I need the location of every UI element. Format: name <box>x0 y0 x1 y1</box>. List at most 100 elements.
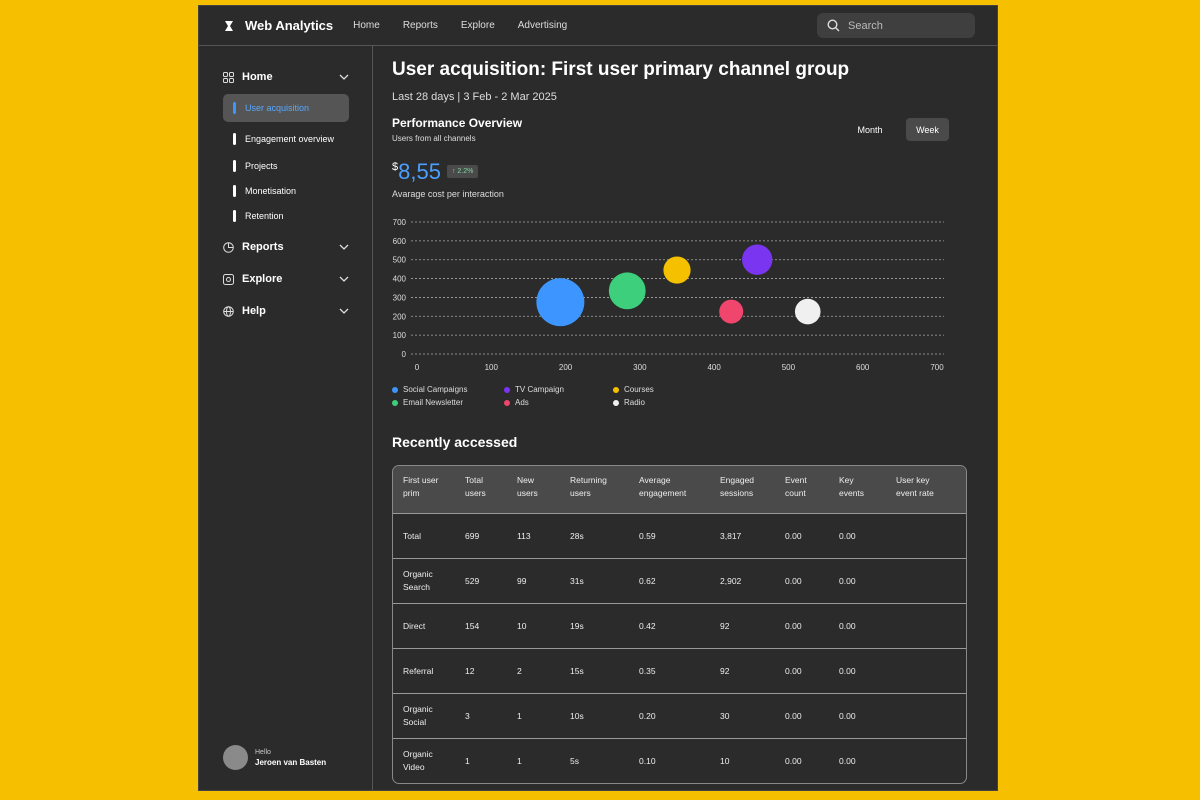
legend-label: Email Newsletter <box>403 398 464 407</box>
column-header[interactable]: New users <box>517 474 538 500</box>
sidebar-item-projects[interactable]: Projects <box>223 152 349 180</box>
legend-swatch <box>504 399 510 406</box>
column-header[interactable]: Event count <box>785 474 807 500</box>
table-cell: 10 <box>720 756 730 766</box>
table-row[interactable]: Organic Search 529 99 31s 0.62 2,902 0.00 0.00 <box>393 559 966 604</box>
table-cell: 92 <box>720 666 730 676</box>
user-name: Jeroen van Basten <box>255 757 327 767</box>
chevron-down-icon <box>339 308 349 314</box>
search-box[interactable] <box>817 13 975 38</box>
table-row[interactable]: Organic Social 3 1 10s 0.20 30 0.00 0.00 <box>393 694 966 739</box>
topnav-advertising[interactable]: Advertising <box>518 20 567 31</box>
topnav-reports[interactable]: Reports <box>403 20 438 31</box>
column-header[interactable]: Engaged sessions <box>720 474 754 500</box>
table-cell: 3 <box>465 711 470 721</box>
table-cell: 2,902 <box>720 576 742 586</box>
table-row[interactable]: Referral 12 2 15s 0.35 92 0.00 0.00 <box>393 649 966 694</box>
legend-label: Courses <box>624 385 654 394</box>
column-header[interactable]: Returning users <box>570 474 607 500</box>
x-tick-label: 600 <box>856 363 870 372</box>
y-tick-label: 200 <box>393 312 407 321</box>
sidebar-section-label: Reports <box>242 241 284 253</box>
column-header[interactable]: First user prim <box>403 474 438 500</box>
data-point[interactable] <box>663 256 691 284</box>
legend-label: TV Campaign <box>515 385 564 394</box>
table-cell: 0.10 <box>639 756 656 766</box>
performance-title: Performance Overview <box>392 116 523 130</box>
sidebar-section-explore[interactable]: Explore <box>223 271 349 287</box>
table-cell: 0.00 <box>785 711 802 721</box>
sidebar-item-retention[interactable]: Retention <box>223 202 349 230</box>
sidebar-item-engagement-overview[interactable]: Engagement overview <box>223 125 349 153</box>
legend-swatch <box>504 386 510 393</box>
data-point[interactable] <box>608 272 646 310</box>
recent-title: Recently accessed <box>392 434 518 450</box>
y-tick-label: 400 <box>393 275 407 284</box>
change-badge: ↑ 2.2% <box>446 165 479 178</box>
sidebar-section-reports[interactable]: Reports <box>223 239 349 255</box>
sidebar-section-help[interactable]: Help <box>223 303 349 319</box>
pie-chart-icon <box>223 241 234 253</box>
sidebar-item-user-acquisition[interactable]: User acquisition <box>223 94 349 122</box>
change-value: 2.2% <box>457 168 474 175</box>
toggle-week[interactable]: Week <box>906 118 949 141</box>
topnav-explore[interactable]: Explore <box>461 20 495 31</box>
x-tick-label: 500 <box>782 363 796 372</box>
legend-swatch <box>613 386 619 393</box>
table-cell: 0.35 <box>639 666 656 676</box>
data-point[interactable] <box>719 299 744 324</box>
x-tick-label: 200 <box>559 363 573 372</box>
logo-icon <box>225 20 233 31</box>
table-row[interactable]: Total 699 113 28s 0.59 3,817 0.00 0.00 <box>393 514 966 559</box>
sidebar-item-label: Engagement overview <box>245 134 335 144</box>
table-cell: 0.00 <box>839 711 856 721</box>
sidebar-item-monetisation[interactable]: Monetisation <box>223 177 349 205</box>
table-cell: Referral <box>403 666 434 676</box>
table-cell: 3,817 <box>720 531 742 541</box>
legend-item[interactable]: Radio <box>613 398 645 407</box>
column-header[interactable]: Key events <box>839 474 864 500</box>
table-cell: 1 <box>517 756 522 766</box>
sidebar-section-label: Home <box>242 71 273 83</box>
table-row[interactable]: Direct 154 10 19s 0.42 92 0.00 0.00 <box>393 604 966 649</box>
data-point[interactable] <box>794 298 821 325</box>
data-point[interactable] <box>742 244 773 275</box>
brand[interactable]: Web Analytics <box>223 18 333 33</box>
legend-swatch <box>392 399 398 406</box>
item-indicator <box>233 133 236 145</box>
topnav-home[interactable]: Home <box>353 20 380 31</box>
table-cell: 113 <box>517 531 531 541</box>
user-greeting: Hello <box>255 748 271 756</box>
legend-item[interactable]: TV Campaign <box>504 385 564 394</box>
legend-item[interactable]: Ads <box>504 398 529 407</box>
legend-swatch <box>613 399 619 406</box>
legend-item[interactable]: Courses <box>613 385 654 394</box>
item-indicator <box>233 160 236 172</box>
legend-label: Ads <box>515 398 529 407</box>
table-cell: 0.00 <box>785 756 802 766</box>
date-range[interactable]: Last 28 days | 3 Feb - 2 Mar 2025 <box>392 91 557 103</box>
table-cell: 154 <box>465 621 480 631</box>
sidebar-section-home[interactable]: Home <box>223 69 349 85</box>
column-header[interactable]: User key event rate <box>896 474 934 500</box>
toggle-month[interactable]: Month <box>847 118 893 141</box>
table-cell: 12 <box>465 666 475 676</box>
column-header[interactable]: Total users <box>465 474 486 500</box>
active-indicator <box>233 102 236 114</box>
user-profile[interactable]: Hello Jeroen van Basten <box>223 745 326 770</box>
legend-label: Social Campaigns <box>403 385 468 394</box>
kpi-value: 8,55 <box>398 159 441 184</box>
table-cell: 0.00 <box>785 576 802 586</box>
table-cell: 0.00 <box>839 621 856 631</box>
table-cell: 1 <box>465 756 470 766</box>
top-bar: Web Analytics Home Reports Explore Adver… <box>199 6 997 46</box>
column-header[interactable]: Average engagement <box>639 474 686 500</box>
legend-item[interactable]: Email Newsletter <box>392 398 463 407</box>
legend-item[interactable]: Social Campaigns <box>392 385 467 394</box>
table-row[interactable]: Organic Video 1 1 5s 0.10 10 0.00 0.00 <box>393 739 966 783</box>
sidebar: Home User acquisition Engagement overvie… <box>199 46 373 790</box>
search-input[interactable] <box>848 19 958 32</box>
chevron-down-icon <box>339 74 349 80</box>
data-point[interactable] <box>536 278 585 327</box>
table-cell: 10 <box>517 621 527 631</box>
